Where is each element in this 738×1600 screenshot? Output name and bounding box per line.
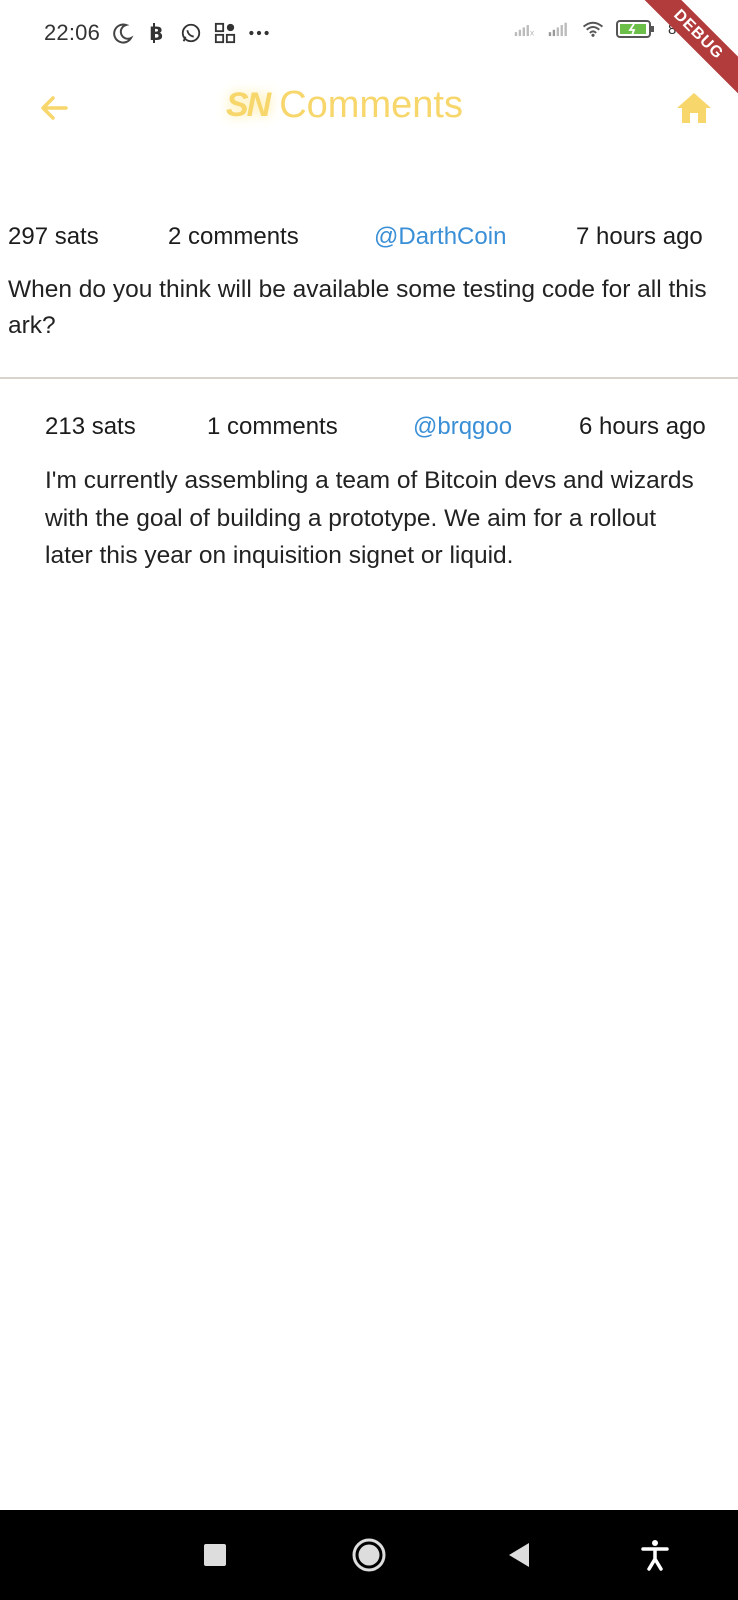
square-icon xyxy=(204,1544,226,1566)
home-nav-button[interactable] xyxy=(346,1532,392,1578)
comment-comments-count[interactable]: 1 comments xyxy=(207,413,413,441)
bitcoin-icon: B xyxy=(146,22,168,44)
comment-item[interactable]: 213 sats 1 comments @brqgoo 6 hours ago … xyxy=(45,410,725,575)
comment-user-link[interactable]: @brqgoo xyxy=(413,413,579,441)
grid-icon xyxy=(214,22,236,44)
back-button[interactable] xyxy=(34,88,74,128)
comment-meta-row: 213 sats 1 comments @brqgoo 6 hours ago xyxy=(45,410,725,444)
app-bar: SN Comments xyxy=(0,66,738,146)
post-meta-row: 297 sats 2 comments @DarthCoin 7 hours a… xyxy=(0,220,738,254)
post-time: 7 hours ago xyxy=(576,223,703,250)
home-button[interactable] xyxy=(672,86,716,130)
whatsapp-icon xyxy=(180,22,202,44)
accessibility-button[interactable] xyxy=(632,1532,678,1578)
navigation-bar xyxy=(0,1510,738,1600)
post[interactable]: 297 sats 2 comments @DarthCoin 7 hours a… xyxy=(0,220,738,344)
post-text: When do you think will be available some… xyxy=(8,276,707,339)
post-sats: 297 sats xyxy=(8,223,99,250)
wifi-icon xyxy=(582,18,604,40)
status-time: 22:06 xyxy=(44,20,101,45)
post-user-link[interactable]: @DarthCoin xyxy=(374,223,576,251)
status-bar: 22:06 B x 88% DEBUG xyxy=(0,0,738,101)
signal-icon-2 xyxy=(548,18,570,40)
arrow-left-icon xyxy=(41,96,68,120)
comment-sats: 213 sats xyxy=(45,413,136,440)
back-nav-button[interactable] xyxy=(496,1532,542,1578)
more-dots-icon xyxy=(248,22,270,44)
comment-text: I'm currently assembling a team of Bitco… xyxy=(45,467,694,569)
title-wrap: SN Comments xyxy=(226,80,463,130)
sn-logo: SN xyxy=(226,85,271,124)
moon-icon xyxy=(112,22,134,44)
recent-apps-button[interactable] xyxy=(192,1532,238,1578)
post-comments-count[interactable]: 2 comments xyxy=(168,223,374,251)
battery-icon xyxy=(615,18,656,40)
triangle-back-icon xyxy=(509,1543,529,1567)
signal-icon: x xyxy=(514,18,536,40)
comment-time: 6 hours ago xyxy=(579,413,706,440)
status-left: 22:06 B xyxy=(44,20,270,46)
divider xyxy=(0,377,738,379)
svg-text:B: B xyxy=(149,23,163,44)
svg-text:x: x xyxy=(530,28,535,37)
home-icon xyxy=(677,93,711,123)
circle-icon xyxy=(352,1538,386,1572)
page-title: Comments xyxy=(279,83,463,126)
accessibility-icon xyxy=(641,1540,669,1571)
